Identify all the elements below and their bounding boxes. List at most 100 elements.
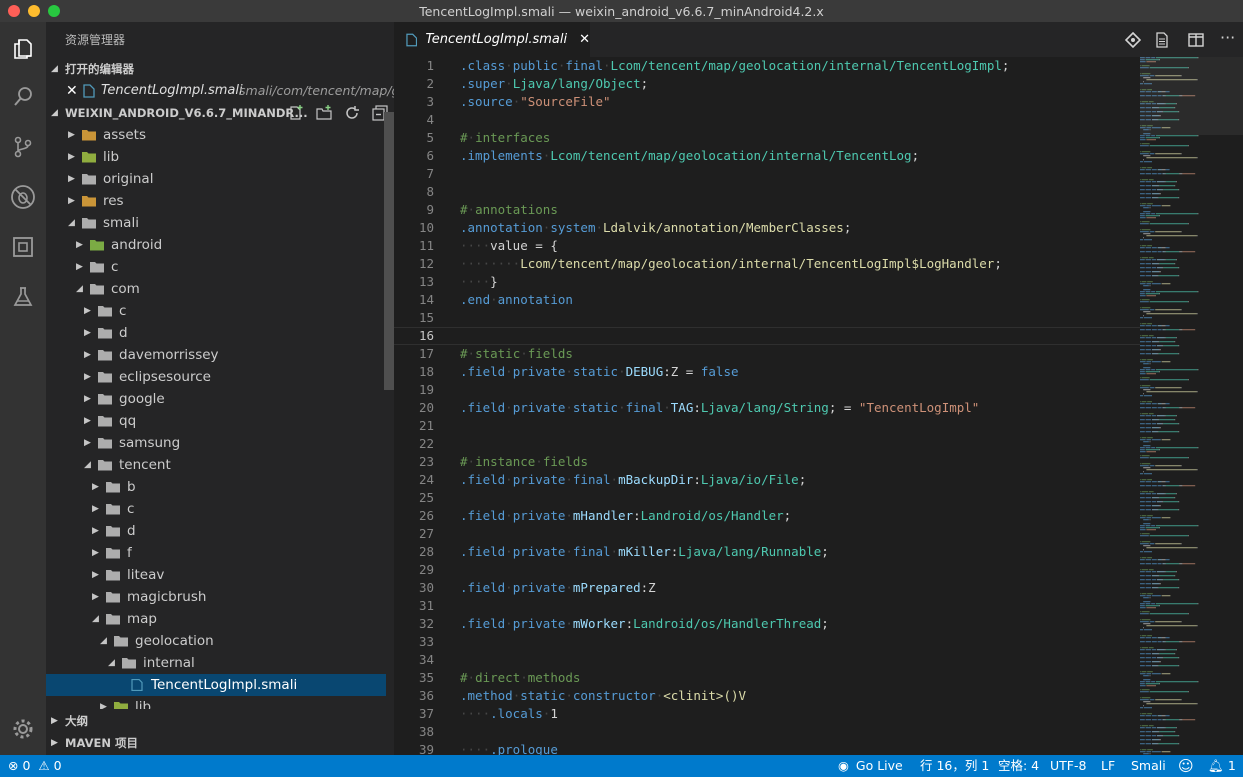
tree-folder-item[interactable]: ▶ res xyxy=(46,190,386,212)
problems-indicator[interactable]: ⊗ 0 ⚠ 0 xyxy=(8,755,62,777)
tree-folder-item[interactable]: ◢ internal xyxy=(46,652,386,674)
code-line[interactable]: 37 ····.locals·1 xyxy=(394,705,1140,723)
tree-folder-item[interactable]: ▶ lib xyxy=(46,696,386,709)
open-editors-section-header[interactable]: ◢ 打开的编辑器 xyxy=(46,58,394,80)
code-line[interactable]: 29 xyxy=(394,561,1140,579)
line-ending[interactable]: LF xyxy=(1101,755,1115,777)
chevron-right-icon[interactable]: ▶ xyxy=(68,146,75,168)
feedback-icon[interactable]: ☺ xyxy=(1178,755,1194,777)
tree-folder-item[interactable]: ▶ qq xyxy=(46,410,386,432)
go-live-button[interactable]: ◉ Go Live xyxy=(838,755,903,777)
chevron-right-icon[interactable]: ▶ xyxy=(92,564,99,586)
code-line[interactable]: 24 .field·private·final·mBackupDir:Ljava/… xyxy=(394,471,1140,489)
code-line[interactable]: 19 xyxy=(394,381,1140,399)
chevron-right-icon[interactable]: ▶ xyxy=(84,322,91,344)
chevron-right-icon[interactable]: ▶ xyxy=(76,234,83,256)
tree-folder-item[interactable]: ◢ geolocation xyxy=(46,630,386,652)
tree-folder-item[interactable]: ◢ map xyxy=(46,608,386,630)
scrollbar[interactable] xyxy=(384,112,394,390)
gear-icon[interactable] xyxy=(0,707,46,751)
chevron-right-icon[interactable]: ▶ xyxy=(92,476,99,498)
tree-folder-item[interactable]: ▶ liteav xyxy=(46,564,386,586)
tree-folder-item[interactable]: ▶ f xyxy=(46,542,386,564)
code-line[interactable]: 17 #·static·fields xyxy=(394,345,1140,363)
code-line[interactable]: 12 ········Lcom/tencent/map/geolocation/i… xyxy=(394,255,1140,273)
chevron-down-icon[interactable]: ◢ xyxy=(68,212,75,234)
code-line[interactable]: 7 xyxy=(394,165,1140,183)
code-line[interactable]: 39 ····.prologue xyxy=(394,741,1140,755)
tree-folder-item[interactable]: ▶ d xyxy=(46,520,386,542)
tree-folder-item[interactable]: ▶ davemorrissey xyxy=(46,344,386,366)
code-line[interactable]: 35 #·direct·methods xyxy=(394,669,1140,687)
code-line[interactable]: 14 .end·annotation xyxy=(394,291,1140,309)
tree-folder-item[interactable]: ▶ samsung xyxy=(46,432,386,454)
open-changes-icon[interactable] xyxy=(1124,31,1142,52)
code-line[interactable]: 11 ····value = { xyxy=(394,237,1140,255)
code-line[interactable]: 38 xyxy=(394,723,1140,741)
tree-folder-item[interactable]: ▶ assets xyxy=(46,124,386,146)
chevron-right-icon[interactable]: ▶ xyxy=(84,366,91,388)
code-line[interactable]: 6 .implements·Lcom/tencent/map/geolocatio… xyxy=(394,147,1140,165)
code-line[interactable]: 13 ····} xyxy=(394,273,1140,291)
chevron-down-icon[interactable]: ◢ xyxy=(92,608,99,630)
chevron-down-icon[interactable]: ◢ xyxy=(108,652,115,674)
code-line[interactable]: 23 #·instance·fields xyxy=(394,453,1140,471)
tree-folder-item[interactable]: ▶ lib xyxy=(46,146,386,168)
chevron-right-icon[interactable]: ▶ xyxy=(84,300,91,322)
minimap-viewport[interactable] xyxy=(1140,57,1243,135)
code-line[interactable]: 25 xyxy=(394,489,1140,507)
tree-folder-item[interactable]: ▶ c xyxy=(46,256,386,278)
code-editor[interactable]: 1 .class·public·final·Lcom/tencent/map/ge… xyxy=(394,57,1243,755)
indentation[interactable]: 空格: 4 xyxy=(998,755,1039,777)
chevron-right-icon[interactable]: ▶ xyxy=(68,190,75,212)
tree-folder-item[interactable]: ▶ android xyxy=(46,234,386,256)
tree-folder-item[interactable]: ▶ d xyxy=(46,322,386,344)
code-line[interactable]: 26 .field·private·mHandler:Landroid/os/Ha… xyxy=(394,507,1140,525)
tree-folder-item[interactable]: ▶ magicbrush xyxy=(46,586,386,608)
tree-folder-item[interactable]: ▶ google xyxy=(46,388,386,410)
code-line[interactable]: 9 #·annotations xyxy=(394,201,1140,219)
code-line[interactable]: 34 xyxy=(394,651,1140,669)
chevron-right-icon[interactable]: ▶ xyxy=(92,498,99,520)
chevron-right-icon[interactable]: ▶ xyxy=(76,256,83,278)
code-line[interactable]: 21 xyxy=(394,417,1140,435)
encoding[interactable]: UTF-8 xyxy=(1050,755,1086,777)
code-line[interactable]: 10 .annotation·system·Ldalvik/annotation/… xyxy=(394,219,1140,237)
minimize-window-button[interactable] xyxy=(28,5,40,17)
code-line[interactable]: 32 .field·private·mWorker:Landroid/os/Han… xyxy=(394,615,1140,633)
tree-file-item[interactable]: TencentLogImpl.smali xyxy=(46,674,386,696)
chevron-right-icon[interactable]: ▶ xyxy=(84,410,91,432)
code-line[interactable]: 8 xyxy=(394,183,1140,201)
code-line[interactable]: 5 #·interfaces xyxy=(394,129,1140,147)
code-line[interactable]: 18 .field·private·static·DEBUG:Z = false xyxy=(394,363,1140,381)
cursor-position[interactable]: 行 16，列 1 xyxy=(920,755,989,777)
flask-icon[interactable] xyxy=(0,275,46,319)
tree-folder-item[interactable]: ▶ eclipsesource xyxy=(46,366,386,388)
chevron-down-icon[interactable]: ◢ xyxy=(76,278,83,300)
chevron-right-icon[interactable]: ▶ xyxy=(92,586,99,608)
outline-section-header[interactable]: ▶ 大纲 xyxy=(46,710,394,732)
search-icon[interactable] xyxy=(0,75,46,119)
tree-folder-item[interactable]: ▶ original xyxy=(46,168,386,190)
chevron-right-icon[interactable]: ▶ xyxy=(84,432,91,454)
chevron-down-icon[interactable]: ◢ xyxy=(84,454,91,476)
code-line[interactable]: 22 xyxy=(394,435,1140,453)
split-editor-icon[interactable] xyxy=(1188,32,1204,52)
chevron-right-icon[interactable]: ▶ xyxy=(68,124,75,146)
open-editor-item[interactable]: ✕ TencentLogImpl.smali smali/com/tencent… xyxy=(46,80,394,102)
code-line[interactable]: 27 xyxy=(394,525,1140,543)
tree-folder-item[interactable]: ◢ com xyxy=(46,278,386,300)
chevron-right-icon[interactable]: ▶ xyxy=(100,696,107,709)
code-line[interactable]: 31 xyxy=(394,597,1140,615)
code-line[interactable]: 28 .field·private·final·mKiller:Ljava/lan… xyxy=(394,543,1140,561)
tab-tencentlogimpl[interactable]: TencentLogImpl.smali ✕ xyxy=(394,22,590,57)
files-icon[interactable] xyxy=(0,27,46,71)
notifications[interactable]: 🔔︎ 1 xyxy=(1208,755,1236,777)
minimap[interactable] xyxy=(1140,57,1243,755)
debug-icon[interactable] xyxy=(0,175,46,219)
close-window-button[interactable] xyxy=(8,5,20,17)
code-line[interactable]: 20 .field·private·static·final·TAG:Ljava/… xyxy=(394,399,1140,417)
maven-section-header[interactable]: ▶ MAVEN 项目 xyxy=(46,732,394,754)
chevron-right-icon[interactable]: ▶ xyxy=(68,168,75,190)
chevron-right-icon[interactable]: ▶ xyxy=(84,344,91,366)
